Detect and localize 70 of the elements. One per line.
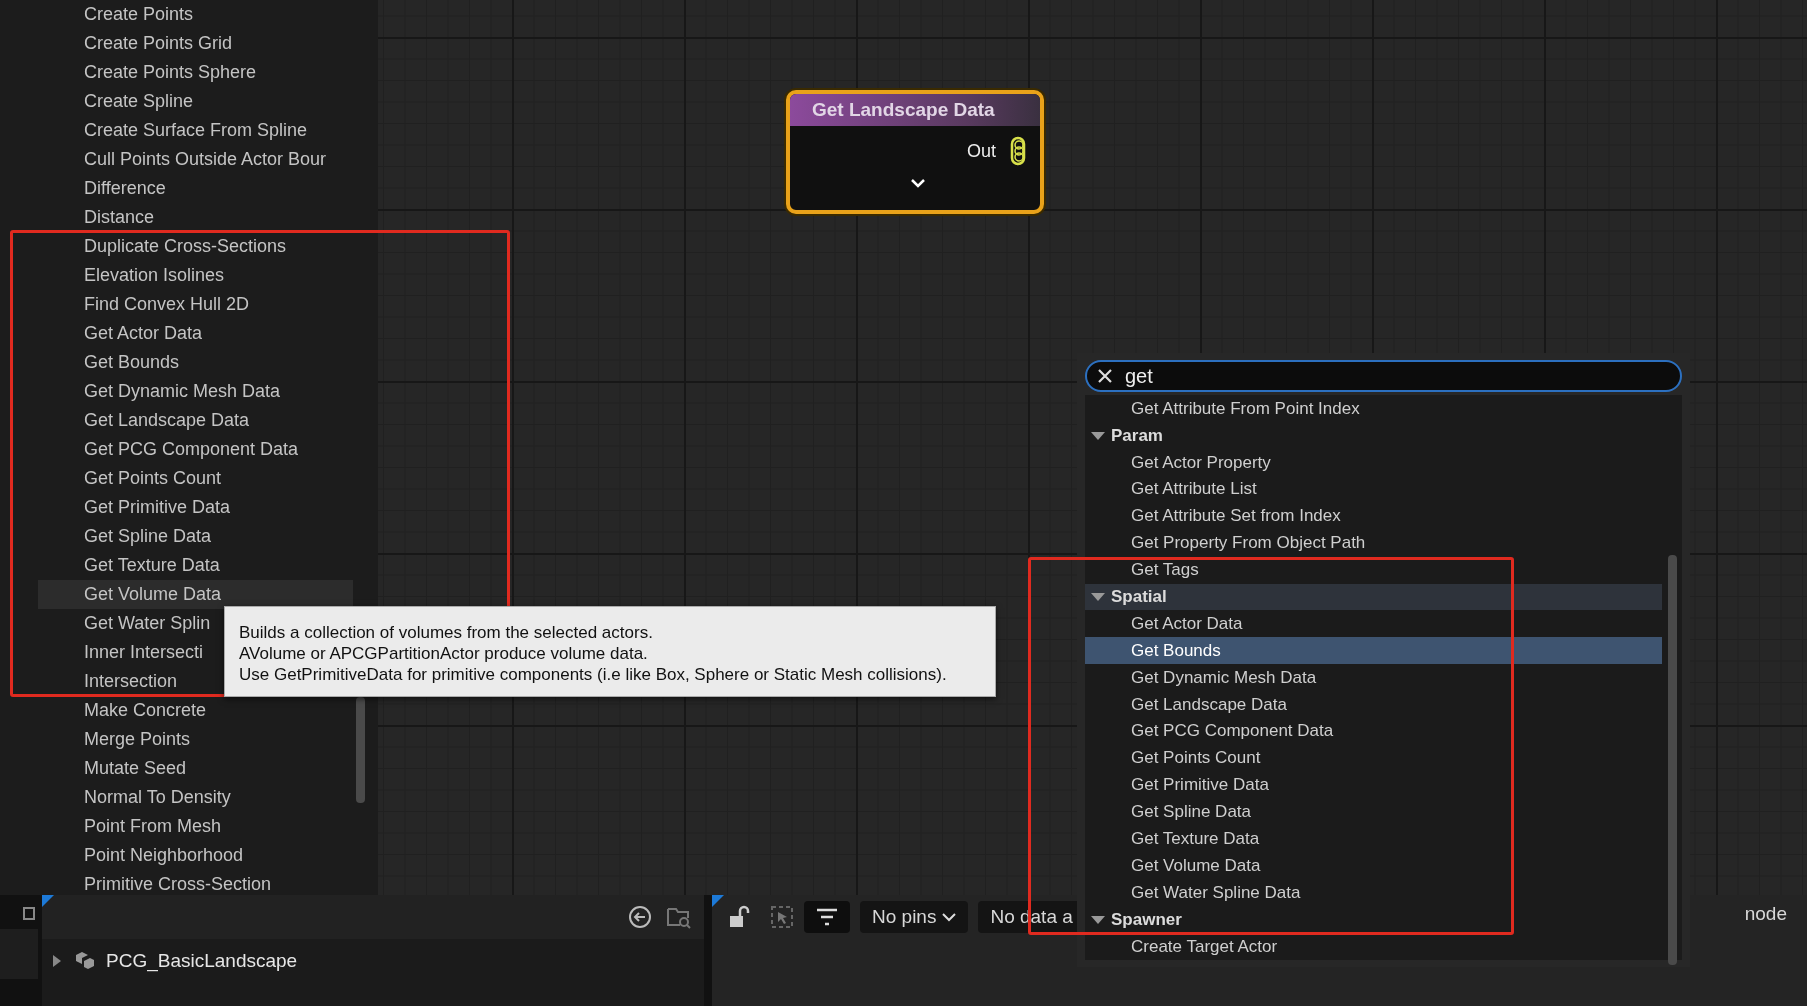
node-list-item[interactable]: Cull Points Outside Actor Bour	[38, 145, 353, 174]
menu-item[interactable]: Get Property From Object Path	[1085, 529, 1662, 557]
chevron-down-icon	[942, 912, 957, 922]
node-list-item[interactable]: Duplicate Cross-Sections	[38, 232, 353, 261]
menu-item[interactable]: Get Dynamic Mesh Data	[1085, 664, 1662, 692]
expand-arrow-icon	[1091, 430, 1105, 441]
node-list-item[interactable]: Get Texture Data	[38, 551, 353, 580]
node-list-item[interactable]: Create Points Grid	[38, 29, 353, 58]
expand-arrow-icon	[1091, 591, 1105, 602]
menu-item[interactable]: Get Texture Data	[1085, 825, 1662, 853]
node-list-item[interactable]: Merge Points	[38, 725, 353, 754]
tree-item-label[interactable]: PCG_BasicLandscape	[106, 950, 298, 972]
scrollbar-thumb[interactable]	[1668, 555, 1677, 966]
chevron-down-icon[interactable]	[910, 178, 926, 188]
menu-item[interactable]: Create Target Actor	[1085, 933, 1662, 960]
menu-item[interactable]: Get Actor Property	[1085, 449, 1662, 476]
scrollbar-thumb[interactable]	[356, 697, 365, 803]
pin-label: Out	[967, 140, 996, 162]
node-list-item[interactable]: Create Surface From Spline	[38, 116, 353, 145]
node-list-item[interactable]: Get Volume Data	[38, 580, 353, 609]
node-title: Get Landscape Data	[790, 94, 1040, 126]
search-field[interactable]: get	[1085, 360, 1682, 393]
output-pin-icon[interactable]	[1010, 136, 1026, 166]
menu-item[interactable]: Get Landscape Data	[1085, 691, 1662, 718]
menu-item[interactable]: Get Primitive Data	[1085, 771, 1662, 799]
category-row[interactable]: Param	[1085, 422, 1662, 450]
menu-item[interactable]: Get Spline Data	[1085, 798, 1662, 826]
category-row[interactable]: Spatial	[1085, 583, 1662, 611]
node-list-item[interactable]: Create Points	[38, 0, 353, 29]
lock-icon[interactable]	[728, 905, 750, 929]
node-list-item[interactable]: Create Points Sphere	[38, 58, 353, 87]
node-list-item[interactable]: Mutate Seed	[38, 754, 353, 783]
expand-arrow-icon	[1091, 914, 1105, 925]
menu-item[interactable]: Get Attribute From Point Index	[1085, 395, 1662, 423]
node-list-item[interactable]: Distance	[38, 203, 353, 232]
node-list-item[interactable]: Get Bounds	[38, 348, 353, 377]
filter-icon	[816, 908, 838, 926]
node-list-item[interactable]: Get PCG Component Data	[38, 435, 353, 464]
node-list-item[interactable]: Get Actor Data	[38, 319, 353, 348]
expand-arrow-icon[interactable]	[52, 954, 62, 968]
node-list-item[interactable]: Get Spline Data	[38, 522, 353, 551]
node-list-item[interactable]: Primitive Cross-Section	[38, 870, 353, 895]
select-icon[interactable]	[770, 905, 794, 929]
description-tooltip: Builds a collection of volumes from the selected actors. AVolume or APCGPartitionActor produce volume data. Use GetPrimitiveData for primitive components (i.e like Box, Sphere or Static Mesh collisions).	[224, 606, 996, 697]
graph-node[interactable]: Get Landscape Data Out	[786, 90, 1044, 214]
node-list-item[interactable]: Create Spline	[38, 87, 353, 116]
filter-dropdown[interactable]: No pins	[860, 901, 969, 933]
menu-item[interactable]: Get Water Spline Data	[1085, 879, 1662, 907]
node-list-item[interactable]: Get Primitive Data	[38, 493, 353, 522]
node-list-item[interactable]: Make Concrete	[38, 696, 353, 725]
filter-button[interactable]	[804, 901, 850, 933]
menu-item[interactable]: Get Attribute Set from Index	[1085, 502, 1662, 530]
folder-search-icon[interactable]	[666, 905, 692, 929]
menu-item[interactable]: Get Bounds	[1085, 637, 1662, 665]
node-list-item[interactable]: Point From Mesh	[38, 812, 353, 841]
menu-item[interactable]: Get Attribute List	[1085, 475, 1662, 503]
close-icon[interactable]	[1097, 368, 1113, 385]
node-list-item[interactable]: Elevation Isolines	[38, 261, 353, 290]
node-list-item[interactable]: Find Convex Hull 2D	[38, 290, 353, 319]
node-list-item[interactable]: Point Neighborhood	[38, 841, 353, 870]
node-list-item[interactable]: Get Points Count	[38, 464, 353, 493]
toolbar-label: node	[1744, 903, 1787, 925]
menu-item[interactable]: Get Points Count	[1085, 744, 1662, 772]
node-list-item[interactable]: Get Dynamic Mesh Data	[38, 377, 353, 406]
menu-item[interactable]: Get PCG Component Data	[1085, 718, 1662, 745]
node-list-item[interactable]: Get Landscape Data	[38, 406, 353, 435]
node-list-item[interactable]: Normal To Density	[38, 783, 353, 812]
node-list-item[interactable]: Difference	[38, 174, 353, 203]
menu-item[interactable]: Get Actor Data	[1085, 610, 1662, 638]
menu-item[interactable]: Get Volume Data	[1085, 852, 1662, 880]
